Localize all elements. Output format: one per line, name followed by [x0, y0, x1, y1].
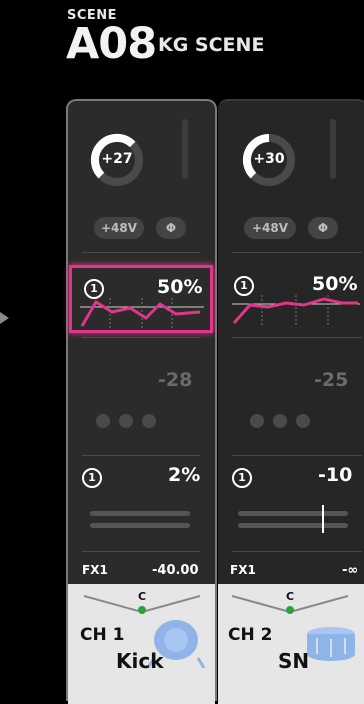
- eq-curve-graph: [232, 295, 360, 325]
- dynamics-indicator: [296, 414, 310, 428]
- channel-strip-1[interactable]: +27 +48V Φ 1 50% -28 1 2% FX1 -40.00 C C…: [66, 99, 217, 704]
- send-number: 1: [82, 468, 102, 488]
- channel-name: Kick: [116, 649, 164, 673]
- divider: [232, 551, 362, 552]
- send-level-bar: [238, 523, 348, 528]
- divider: [82, 252, 200, 253]
- send-number: 1: [232, 468, 252, 488]
- send-level-bar: [90, 523, 190, 528]
- channel-strip-2[interactable]: +30 +48V Φ 1 50% -25 1 -10 FX1 -∞ C CH 2…: [218, 99, 364, 704]
- dynamics-indicator: [96, 414, 110, 428]
- dynamics-indicator: [250, 414, 264, 428]
- divider: [232, 337, 362, 338]
- phase-button[interactable]: Φ: [308, 217, 338, 239]
- channel-name-panel[interactable]: C CH 2 SN: [218, 584, 364, 704]
- gate-value: -28: [158, 369, 193, 391]
- divider: [82, 551, 200, 552]
- fx-value[interactable]: -∞: [342, 563, 358, 578]
- previous-arrow-icon[interactable]: [0, 312, 9, 324]
- input-meter: [182, 119, 188, 179]
- input-meter: [330, 119, 336, 179]
- send-level-bar: [90, 511, 190, 516]
- divider: [82, 337, 200, 338]
- dynamics-indicator: [142, 414, 156, 428]
- send-value[interactable]: 2%: [168, 464, 200, 486]
- channel-number: CH 2: [228, 625, 273, 645]
- snare-drum-icon: [307, 627, 355, 661]
- send-level-bar: [238, 511, 348, 516]
- divider: [82, 455, 200, 456]
- channel-name: SN: [278, 649, 310, 673]
- eq-amount: 50%: [157, 276, 203, 298]
- dynamics-indicator: [273, 414, 287, 428]
- gain-value: +30: [253, 151, 285, 167]
- hpf-number: 1: [84, 279, 104, 299]
- eq-amount: 50%: [312, 273, 358, 295]
- gain-value: +27: [101, 151, 133, 167]
- send-value[interactable]: -10: [318, 464, 352, 486]
- fx-label: FX1: [82, 563, 108, 577]
- scene-number[interactable]: A08: [66, 20, 157, 68]
- divider: [232, 455, 362, 456]
- dynamics-indicator: [119, 414, 133, 428]
- pan-value: C: [286, 590, 295, 603]
- eq-curve-graph: [80, 298, 204, 328]
- pan-value: C: [138, 590, 147, 603]
- phantom-button[interactable]: +48V: [244, 217, 296, 239]
- channel-strips: +27 +48V Φ 1 50% -28 1 2% FX1 -40.00 C C…: [66, 99, 364, 704]
- phase-button[interactable]: Φ: [156, 217, 186, 239]
- scene-name[interactable]: KG SCENE: [158, 34, 264, 56]
- eq-section[interactable]: 1 50%: [69, 265, 213, 333]
- gate-value: -25: [314, 369, 349, 391]
- channel-name-panel[interactable]: C CH 1 Kick: [68, 584, 215, 704]
- fx-value[interactable]: -40.00: [152, 563, 199, 578]
- channel-number: CH 1: [80, 625, 125, 645]
- divider: [232, 252, 362, 253]
- hpf-number: 1: [234, 276, 254, 296]
- phantom-button[interactable]: +48V: [94, 217, 144, 239]
- fx-label: FX1: [230, 563, 256, 577]
- send-level-marker[interactable]: [322, 505, 324, 533]
- eq-section[interactable]: 1 50%: [222, 265, 364, 327]
